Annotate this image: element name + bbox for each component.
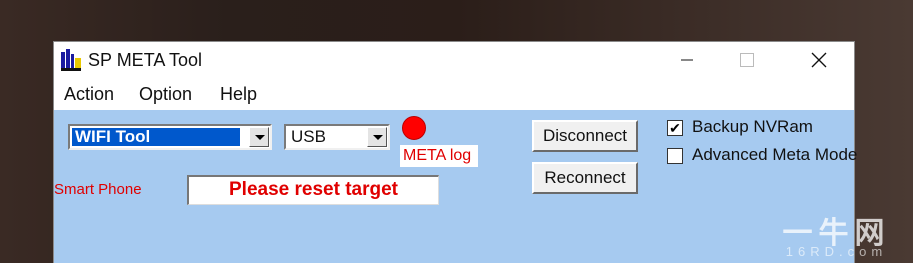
- tool-select[interactable]: WIFI Tool: [68, 124, 272, 150]
- main-panel: WIFI Tool USB META log Disconnect Reconn…: [54, 110, 858, 263]
- reconnect-button[interactable]: Reconnect: [532, 162, 638, 194]
- app-window: SP META Tool Action Option Help WIFI Too…: [53, 41, 858, 263]
- port-select[interactable]: USB: [284, 124, 390, 150]
- menu-bar: Action Option Help: [54, 78, 854, 110]
- chevron-down-icon[interactable]: [249, 127, 269, 147]
- meta-log-link[interactable]: META log: [400, 145, 478, 167]
- minimize-icon: [681, 59, 693, 61]
- port-select-value: USB: [291, 127, 326, 146]
- menu-action[interactable]: Action: [64, 84, 114, 105]
- watermark-domain: 16RD.com: [785, 244, 888, 259]
- close-button[interactable]: [796, 42, 842, 78]
- close-icon: [811, 52, 827, 68]
- chevron-down-icon[interactable]: [367, 127, 387, 147]
- maximize-button[interactable]: [724, 42, 770, 78]
- window-title: SP META Tool: [88, 50, 203, 70]
- status-message: Please reset target: [187, 175, 439, 205]
- title-bar[interactable]: SP META Tool: [54, 42, 854, 78]
- menu-option[interactable]: Option: [139, 84, 192, 105]
- backup-nvram-label: Backup NVRam: [692, 117, 813, 136]
- app-icon: [61, 49, 81, 71]
- maximize-icon: [740, 53, 754, 67]
- device-type-label: Smart Phone: [54, 181, 142, 198]
- tool-select-value: WIFI Tool: [72, 128, 240, 146]
- watermark-logo: 一牛网 16RD.com: [760, 208, 913, 262]
- advanced-meta-mode-checkbox[interactable]: [667, 148, 683, 164]
- backup-nvram-checkbox[interactable]: ✔: [667, 120, 683, 136]
- checkmark-icon: ✔: [669, 120, 681, 136]
- status-led-icon: [402, 116, 426, 140]
- minimize-button[interactable]: [664, 42, 710, 78]
- menu-help[interactable]: Help: [220, 84, 257, 105]
- disconnect-button[interactable]: Disconnect: [532, 120, 638, 152]
- advanced-meta-mode-label: Advanced Meta Mode: [692, 145, 858, 164]
